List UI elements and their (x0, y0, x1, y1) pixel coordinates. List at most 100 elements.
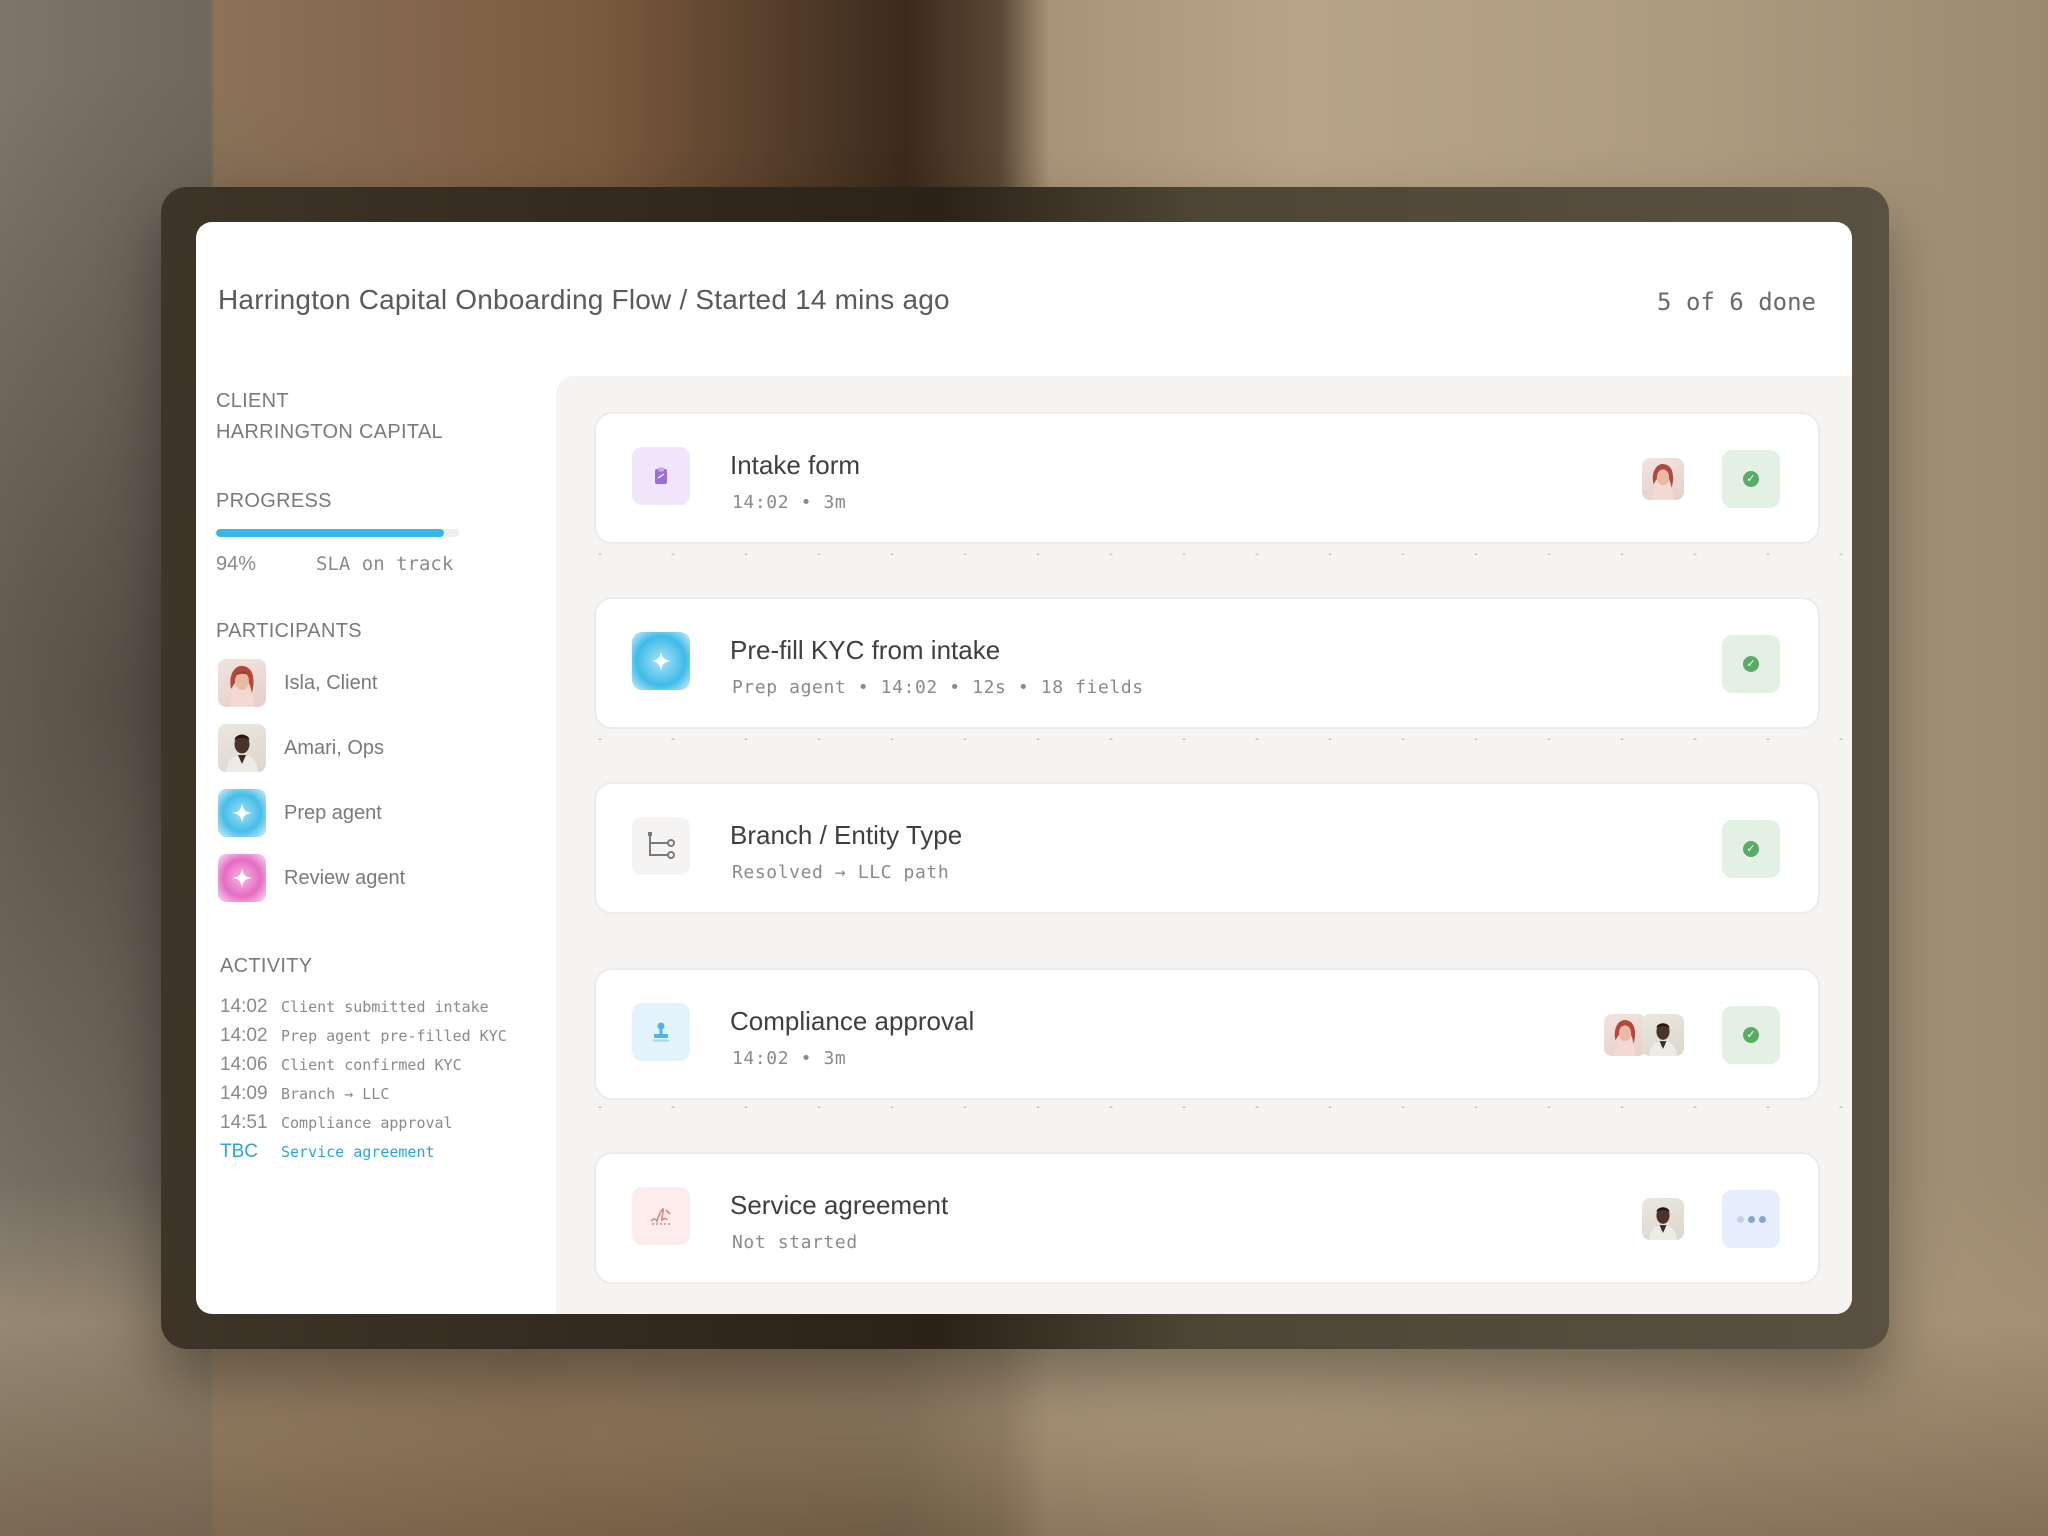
participant-name: Isla, Client (284, 671, 378, 694)
connector-dot (1620, 1106, 1624, 1108)
participant-isla[interactable]: Isla, Client (216, 658, 556, 708)
activity-label: ACTIVITY (220, 955, 313, 977)
branch-icon (632, 817, 690, 875)
connector-dot (671, 553, 675, 555)
status-done-badge[interactable]: ✓ (1722, 450, 1780, 508)
connector-dot (598, 738, 602, 740)
connector-dots (598, 738, 1843, 740)
status-done-badge[interactable]: ✓ (1722, 1006, 1780, 1064)
activity-time: 14:09 (220, 1083, 268, 1104)
activity-item: 14:09 Branch → LLC (220, 1083, 556, 1112)
client-name: HARRINGTON CAPITAL (216, 421, 443, 443)
step-prefill-kyc[interactable]: Pre-fill KYC from intake Prep agent • 14… (594, 597, 1820, 729)
connector-dot (1109, 1106, 1113, 1108)
connector-dot (817, 1106, 821, 1108)
connector-dot (1839, 738, 1843, 740)
activity-item: 14:06 Client confirmed KYC (220, 1054, 556, 1083)
ellipsis-icon (1736, 1215, 1766, 1223)
step-meta: Resolved → LLC path (732, 862, 950, 883)
check-icon: ✓ (1743, 471, 1759, 487)
isla-avatar (1642, 458, 1684, 500)
connector-dot (1255, 553, 1259, 555)
connector-dot (1182, 738, 1186, 740)
progress-bar (216, 529, 459, 537)
connector-dot (1036, 738, 1040, 740)
activity-text: Compliance approval (281, 1114, 453, 1132)
connector-dot (1255, 1106, 1259, 1108)
check-icon: ✓ (1743, 841, 1759, 857)
connector-dot (1474, 1106, 1478, 1108)
connector-dot (1547, 1106, 1551, 1108)
participant-name: Amari, Ops (284, 736, 385, 759)
step-title: Pre-fill KYC from intake (730, 635, 1001, 665)
connector-dot (1328, 553, 1332, 555)
activity-item: 14:51 Compliance approval (220, 1112, 556, 1141)
done-count: 5 of 6 done (1657, 288, 1816, 316)
clipboard-icon (632, 447, 690, 505)
activity-time: 14:02 (220, 996, 268, 1017)
step-service-agreement[interactable]: Service agreement Not started (594, 1152, 1820, 1284)
connector-dot (744, 738, 748, 740)
connector-dot (1620, 553, 1624, 555)
signature-icon (632, 1187, 690, 1245)
step-title: Branch / Entity Type (730, 820, 963, 850)
connector-dot (963, 553, 967, 555)
status-done-badge[interactable]: ✓ (1722, 635, 1780, 693)
activity-list: 14:02 Client submitted intake 14:02 Prep… (216, 996, 556, 1170)
status-pending-badge[interactable] (1722, 1190, 1780, 1248)
connector-dot (1766, 1106, 1770, 1108)
connector-dot (1839, 553, 1843, 555)
connector-dot (1693, 553, 1697, 555)
participant-name: Prep agent (284, 801, 382, 824)
participant-name: Review agent (284, 866, 406, 889)
activity-item: 14:02 Prep agent pre-filled KYC (220, 1025, 556, 1054)
connector-dot (1109, 553, 1113, 555)
connector-dot (1328, 738, 1332, 740)
participant-prep-agent[interactable]: Prep agent (216, 788, 556, 838)
connector-dot (1401, 553, 1405, 555)
connector-dot (817, 738, 821, 740)
connector-dot (1182, 1106, 1186, 1108)
sparkle-icon (218, 789, 266, 837)
connector-dot (817, 553, 821, 555)
step-compliance-approval[interactable]: Compliance approval 14:02 • 3m ✓ (594, 968, 1820, 1100)
activity-text: Prep agent pre-filled KYC (281, 1027, 507, 1045)
activity-text: Branch → LLC (281, 1085, 390, 1103)
connector-dot (890, 553, 894, 555)
activity-section: ACTIVITY 14:02 Client submitted intake 1… (216, 955, 556, 1170)
participant-review-agent[interactable]: Review agent (216, 853, 556, 903)
connector-dot (1036, 553, 1040, 555)
step-title: Compliance approval (730, 1006, 975, 1036)
connector-dot (963, 1106, 967, 1108)
step-meta: Not started (732, 1232, 858, 1253)
activity-text: Client submitted intake (281, 998, 489, 1016)
activity-text: Client confirmed KYC (281, 1056, 462, 1074)
progress-section: PROGRESS 94% SLA on track (216, 490, 556, 576)
step-title: Intake form (730, 450, 861, 480)
connector-dot (1693, 1106, 1697, 1108)
isla-avatar (1604, 1014, 1646, 1056)
activity-item-pending[interactable]: TBC Service agreement (220, 1141, 556, 1170)
status-done-badge[interactable]: ✓ (1722, 820, 1780, 878)
step-branch-entity-type[interactable]: Branch / Entity Type Resolved → LLC path… (594, 782, 1820, 914)
connector-dot (1036, 1106, 1040, 1108)
connector-dot (1766, 553, 1770, 555)
connector-dot (1547, 553, 1551, 555)
check-icon: ✓ (1743, 656, 1759, 672)
connector-dot (598, 553, 602, 555)
step-assignees (1642, 458, 1684, 500)
step-intake-form[interactable]: Intake form 14:02 • 3m ✓ (594, 412, 1820, 544)
connector-dots (598, 553, 1843, 555)
participant-amari[interactable]: Amari, Ops (216, 723, 556, 773)
sparkle-icon (632, 632, 690, 690)
progress-percent: 94% (216, 553, 257, 575)
connector-dot (1182, 553, 1186, 555)
amari-avatar (218, 724, 266, 772)
sparkle-icon (218, 854, 266, 902)
progress-label: PROGRESS (216, 490, 332, 512)
connector-dot (1693, 738, 1697, 740)
connector-dot (744, 1106, 748, 1108)
connector-dot (1401, 1106, 1405, 1108)
activity-item: 14:02 Client submitted intake (220, 996, 556, 1025)
connector-dot (1766, 738, 1770, 740)
